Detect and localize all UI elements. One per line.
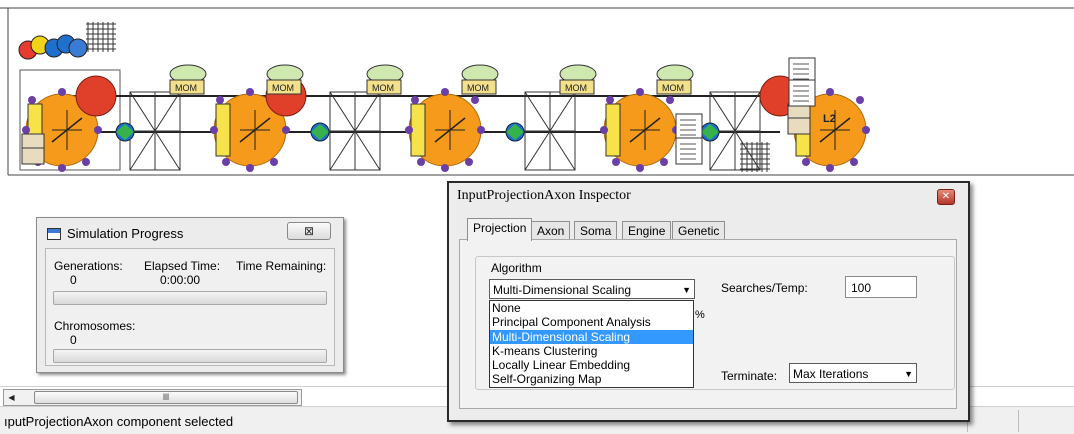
window-icon [47, 228, 61, 240]
generations-label: Generations: [54, 259, 123, 273]
algorithm-option[interactable]: Locally Linear Embedding [490, 358, 693, 372]
tab-soma[interactable]: Soma [574, 221, 618, 241]
terminate-select-value: Max Iterations [793, 367, 869, 381]
algorithm-select[interactable]: Multi-Dimensional Scaling ▼ [489, 279, 695, 299]
svg-text:MOM: MOM [662, 83, 684, 93]
close-button[interactable]: ⊠ [287, 222, 331, 240]
tab-genetic[interactable]: Genetic [672, 221, 726, 241]
mom-probe-icon: MOM [169, 64, 207, 95]
time-remaining-label: Time Remaining: [236, 259, 327, 273]
algorithm-dropdown-list[interactable]: None Principal Component Analysis Multi-… [489, 300, 694, 388]
neuron-soma-icon [405, 88, 485, 172]
simulation-progress-title: Simulation Progress [67, 226, 184, 241]
mom-probe-icon: MOM [366, 64, 404, 95]
file-cabinet-icon [787, 103, 811, 135]
algorithm-option[interactable]: K-means Clustering [490, 344, 693, 358]
svg-text:MOM: MOM [467, 83, 489, 93]
chromosomes-progress-bar [53, 349, 327, 363]
chromosomes-value: 0 [70, 333, 77, 347]
inspector-title: InputProjectionAxon Inspector [457, 188, 631, 203]
crossbar-synapse-icon [329, 91, 381, 171]
svg-text:MOM: MOM [565, 83, 587, 93]
clock-icon [68, 38, 88, 58]
neuron-soma-icon [600, 88, 680, 172]
svg-text:MOM: MOM [372, 83, 394, 93]
chevron-down-icon: ▼ [682, 285, 691, 295]
crossbar-synapse-icon [129, 91, 181, 171]
mom-probe-icon: MOM [266, 64, 304, 95]
simulation-progress-window[interactable]: Simulation Progress ⊠ Generations: 0 Ela… [36, 217, 344, 373]
svg-text:MOM: MOM [175, 83, 197, 93]
generations-progress-bar [53, 291, 327, 305]
algorithm-option[interactable]: Principal Component Analysis [490, 315, 693, 329]
algorithm-option[interactable]: Self-Organizing Map [490, 372, 693, 386]
status-divider [1018, 410, 1019, 432]
crossbar-synapse-icon [524, 91, 576, 171]
scroll-thumb[interactable]: lll [34, 391, 298, 404]
grid-icon [86, 22, 116, 52]
horizontal-scrollbar[interactable]: ◀ lll [3, 389, 302, 406]
status-text: ıputProjectionAxon component selected [4, 414, 234, 429]
algorithm-select-value: Multi-Dimensional Scaling [493, 283, 632, 297]
tab-projection[interactable]: Projection [467, 218, 533, 241]
mom-probe-icon: MOM [656, 64, 694, 95]
chromosomes-label: Chromosomes: [54, 319, 136, 333]
elapsed-time-value: 0:00:00 [160, 273, 201, 287]
generations-value: 0 [70, 273, 77, 287]
terminate-label: Terminate: [721, 369, 778, 383]
elapsed-time-label: Elapsed Time: [144, 259, 221, 273]
terminate-select[interactable]: Max Iterations ▼ [789, 363, 917, 383]
tab-engine[interactable]: Engine [622, 221, 672, 241]
report-icon [788, 79, 816, 107]
searches-temp-input[interactable]: 100 [845, 276, 917, 298]
report-icon [675, 137, 703, 165]
searches-temp-label: Searches/Temp: [721, 281, 808, 295]
progress-panel: Generations: 0 Elapsed Time: 0:00:00 Tim… [45, 248, 335, 366]
algorithm-option[interactable]: None [490, 301, 693, 315]
report-icon [675, 113, 703, 141]
file-cabinet-icon [21, 133, 45, 165]
network-diagram[interactable]: L2 MOM MOM MOM MOM MOM MOM [0, 0, 1074, 200]
scroll-left-icon[interactable]: ◀ [4, 390, 19, 405]
red-neuron-icon [75, 75, 117, 117]
mom-probe-icon: MOM [559, 64, 597, 95]
percent-label: % [695, 309, 705, 321]
tab-axon[interactable]: Axon [531, 221, 571, 241]
algorithm-label: Algorithm [491, 261, 542, 275]
algorithm-option-selected[interactable]: Multi-Dimensional Scaling [490, 329, 693, 344]
chevron-down-icon: ▼ [904, 369, 913, 379]
l2-label: L2 [823, 113, 836, 125]
mom-probe-icon: MOM [461, 64, 499, 95]
svg-text:MOM: MOM [272, 83, 294, 93]
close-button[interactable]: ✕ [937, 189, 955, 205]
